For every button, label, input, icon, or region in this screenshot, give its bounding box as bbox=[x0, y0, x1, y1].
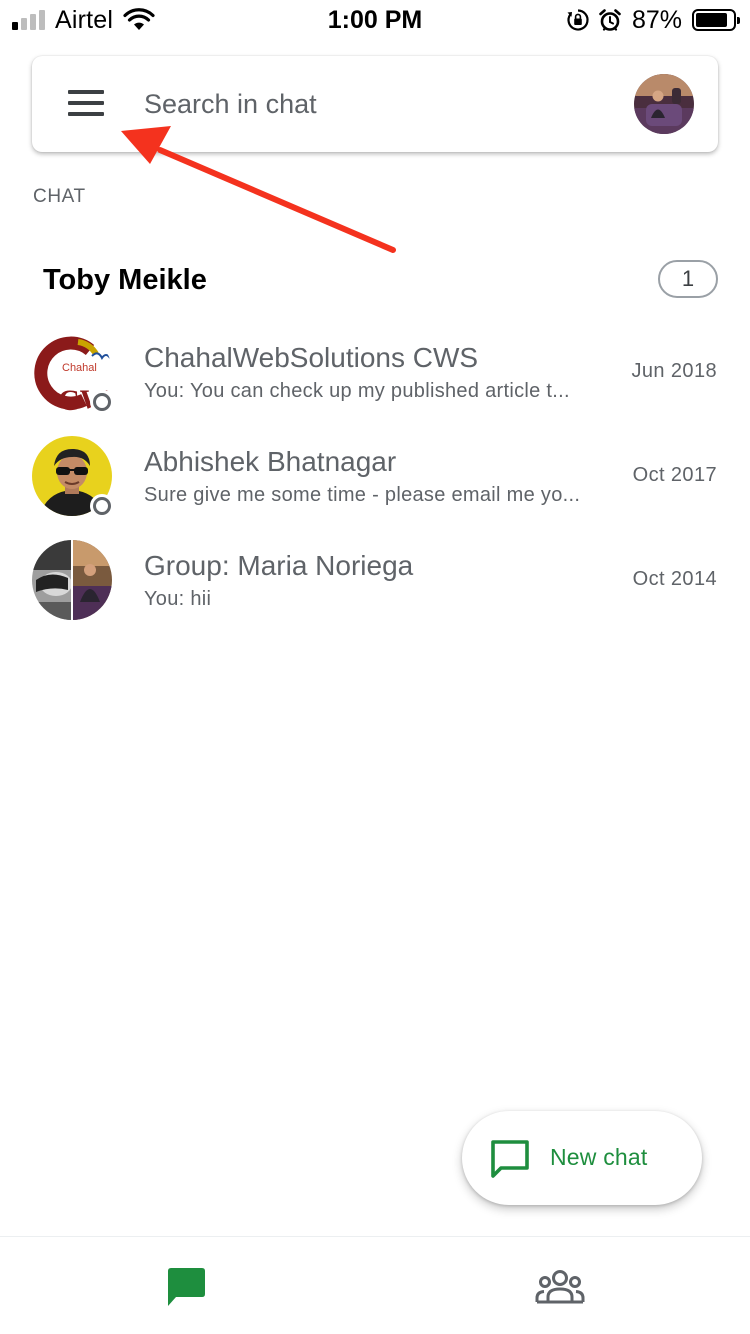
alarm-icon bbox=[599, 9, 621, 31]
battery-percent: 87% bbox=[631, 5, 682, 34]
avatar: Chahal CW bbox=[32, 332, 114, 414]
search-input[interactable] bbox=[144, 82, 604, 126]
chat-title: ChahalWebSolutions CWS bbox=[144, 342, 479, 373]
chat-date: Oct 2017 bbox=[632, 464, 717, 486]
group-avatar bbox=[32, 540, 112, 620]
chat-preview: You: You can check up my published artic… bbox=[144, 380, 570, 402]
chat-item-abhishek-bhatnagar[interactable]: Abhishek Bhatnagar Sure give me some tim… bbox=[0, 420, 750, 524]
nav-tab-people[interactable] bbox=[520, 1257, 600, 1317]
bottom-navigation bbox=[0, 1236, 750, 1334]
chat-title: Abhishek Bhatnagar bbox=[144, 446, 397, 477]
avatar bbox=[32, 540, 112, 620]
presence-indicator bbox=[90, 390, 114, 414]
status-right: 87% bbox=[566, 5, 740, 34]
svg-text:Chahal: Chahal bbox=[62, 362, 97, 374]
battery-icon bbox=[692, 9, 740, 31]
chat-preview: You: hii bbox=[144, 588, 212, 610]
avatar bbox=[32, 436, 114, 518]
chat-list: Chahal CW ChahalWebSolutions CWS You: Yo… bbox=[0, 316, 750, 628]
menu-icon[interactable] bbox=[66, 86, 106, 120]
people-icon bbox=[535, 1270, 585, 1304]
chat-bubble-filled-icon bbox=[168, 1268, 205, 1306]
chat-preview: Sure give me some time - please email me… bbox=[144, 484, 581, 506]
new-chat-label: New chat bbox=[550, 1144, 648, 1170]
account-name: Toby Meikle bbox=[43, 264, 207, 296]
chat-date: Jun 2018 bbox=[631, 360, 717, 382]
chat-bubble-icon bbox=[491, 1140, 529, 1178]
profile-avatar[interactable] bbox=[634, 74, 694, 134]
account-header: Toby Meikle 1 bbox=[43, 258, 718, 302]
presence-indicator bbox=[90, 494, 114, 518]
rotation-lock-icon bbox=[567, 9, 589, 31]
new-chat-button[interactable]: New chat bbox=[462, 1111, 702, 1205]
search-bar bbox=[32, 56, 718, 152]
battery-level bbox=[696, 13, 728, 27]
chat-title: Group: Maria Noriega bbox=[144, 550, 414, 581]
chat-item-chahalwebsolutions[interactable]: Chahal CW ChahalWebSolutions CWS You: Yo… bbox=[0, 316, 750, 420]
chat-item-group-maria-noriega[interactable]: Group: Maria Noriega You: hii Oct 2014 bbox=[0, 524, 750, 628]
nav-tab-chat[interactable] bbox=[146, 1257, 226, 1317]
chat-date: Oct 2014 bbox=[632, 568, 717, 590]
section-label: CHAT bbox=[33, 186, 86, 207]
status-bar: Airtel 1:00 PM 87% bbox=[0, 0, 750, 40]
unread-count-badge[interactable]: 1 bbox=[658, 260, 718, 298]
